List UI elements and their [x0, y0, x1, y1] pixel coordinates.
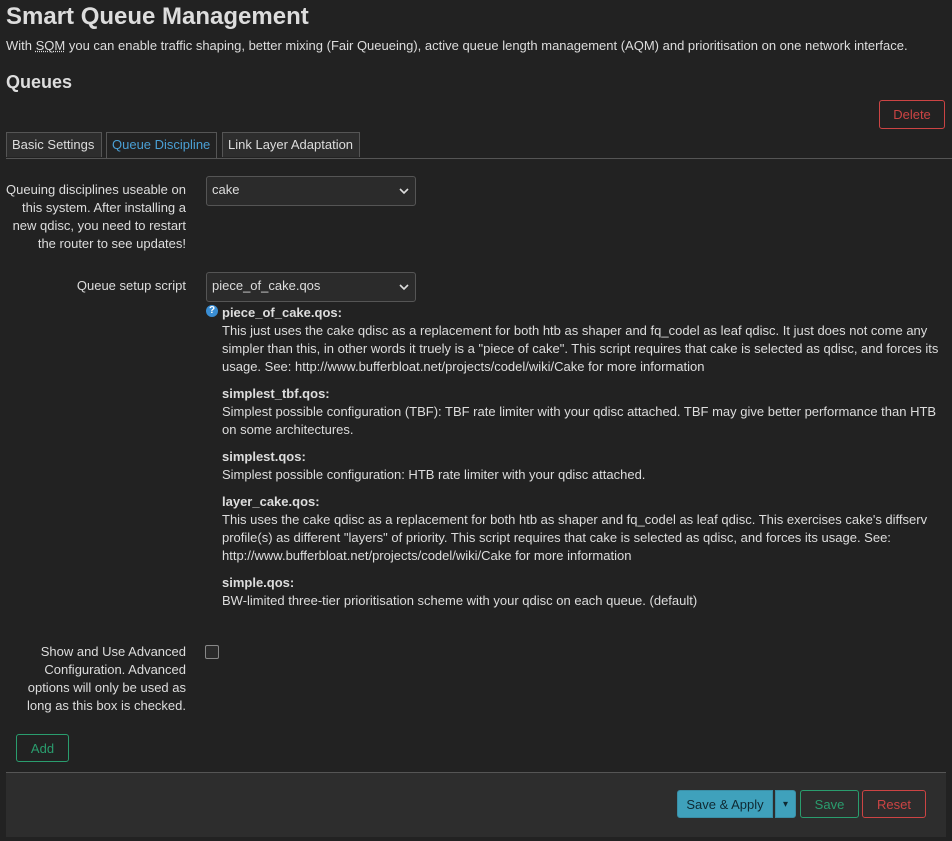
script-select-value: piece_of_cake.qos: [212, 278, 321, 293]
help-item: layer_cake.qos: This uses the cake qdisc …: [222, 494, 928, 563]
save-button[interactable]: Save: [800, 790, 859, 818]
script-label: Queue setup script: [76, 278, 186, 293]
page-description: With SQM you can enable traffic shaping,…: [6, 38, 908, 53]
help-item: simplest.qos: Simplest possible configura…: [222, 449, 646, 482]
tab-basic-settings[interactable]: Basic Settings: [6, 132, 102, 157]
qdisc-select[interactable]: cake: [206, 176, 416, 206]
qdisc-label: Queuing disciplines useable on this syst…: [6, 182, 186, 251]
tab-bar: Basic Settings Queue Discipline Link Lay…: [6, 132, 952, 159]
delete-button[interactable]: Delete: [879, 100, 945, 129]
script-help: piece_of_cake.qos: This just uses the cak…: [222, 304, 944, 619]
chevron-down-icon: [399, 188, 409, 195]
chevron-down-icon: [399, 284, 409, 291]
help-item: simple.qos: BW-limited three-tier priorit…: [222, 575, 698, 608]
section-title: Queues: [6, 72, 73, 92]
help-item: simplest_tbf.qos: Simplest possible confi…: [222, 386, 937, 437]
tab-queue-discipline[interactable]: Queue Discipline: [106, 132, 217, 158]
advanced-checkbox[interactable]: [205, 645, 219, 659]
tab-link-layer-adaptation[interactable]: Link Layer Adaptation: [222, 132, 360, 157]
qdisc-select-value: cake: [212, 182, 240, 197]
save-apply-button[interactable]: Save & Apply: [677, 790, 773, 818]
advanced-label: Show and Use Advanced Configuration. Adv…: [27, 644, 186, 713]
caret-down-icon[interactable]: ▾: [775, 790, 796, 818]
page-title: Smart Queue Management: [6, 3, 309, 30]
action-footer: Save & Apply ▾ Save Reset: [6, 772, 946, 837]
reset-button[interactable]: Reset: [862, 790, 926, 818]
help-icon: ?: [206, 305, 218, 317]
sqm-abbr: SQM: [35, 38, 66, 53]
add-button[interactable]: Add: [16, 734, 69, 762]
script-select[interactable]: piece_of_cake.qos: [206, 272, 416, 302]
help-item: piece_of_cake.qos: This just uses the cak…: [222, 305, 939, 374]
